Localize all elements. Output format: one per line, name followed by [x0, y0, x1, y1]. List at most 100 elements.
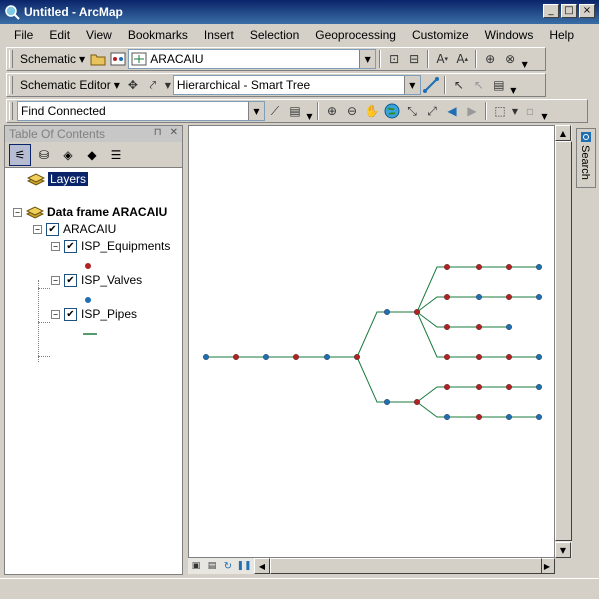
propagate-options-icon[interactable]: ⊗ [500, 49, 520, 69]
apply-layout-icon[interactable] [421, 75, 441, 95]
layout-algorithm-dropdown[interactable]: Hierarchical - Smart Tree ▼ [172, 75, 421, 95]
menu-windows[interactable]: Windows [477, 28, 542, 42]
valve-node[interactable] [536, 353, 543, 360]
vertical-scroll-thumb[interactable] [555, 141, 572, 541]
search-side-tab[interactable]: Search [576, 128, 596, 188]
options-icon[interactable]: ☰ [105, 144, 127, 166]
increase-font-icon[interactable]: A ▴ [452, 49, 472, 69]
equipment-node[interactable] [443, 323, 450, 330]
menu-view[interactable]: View [78, 28, 120, 42]
menu-bookmarks[interactable]: Bookmarks [120, 28, 196, 42]
fixed-zoom-in-icon[interactable]: ⤡ [402, 101, 422, 121]
schematic-editor-menu-button[interactable]: Schematic Editor ▼ [17, 75, 123, 95]
collapse-icon[interactable]: − [51, 241, 60, 251]
equipment-node[interactable] [443, 353, 450, 360]
clear-selection-icon[interactable]: ▫ [520, 101, 540, 121]
trace-task-dropdown[interactable]: Find Connected ▼ [17, 101, 265, 121]
scroll-down-icon[interactable]: ▼ [555, 542, 571, 558]
toolbar-grip[interactable] [9, 102, 13, 120]
scroll-up-icon[interactable]: ▲ [555, 125, 571, 141]
schematic-properties-icon[interactable] [108, 49, 128, 69]
valve-node[interactable] [202, 353, 209, 360]
valve-node[interactable] [443, 414, 450, 421]
equipment-node[interactable] [353, 353, 360, 360]
equipment-node[interactable] [292, 353, 299, 360]
toc-group-aracaiu[interactable]: − ✔ ARACAIU [33, 222, 116, 236]
menu-help[interactable]: Help [541, 28, 582, 42]
horizontal-scroll-thumb[interactable] [270, 558, 542, 574]
menu-selection[interactable]: Selection [242, 28, 307, 42]
zoom-out-icon[interactable]: ⊖ [342, 101, 362, 121]
valve-node[interactable] [536, 384, 543, 391]
pipe-link[interactable] [416, 386, 447, 403]
chevron-down-icon[interactable]: ▼ [248, 102, 264, 120]
list-by-drawing-order-icon[interactable]: ⚟ [9, 143, 31, 166]
collapse-icon[interactable]: − [51, 275, 60, 285]
valve-node[interactable] [536, 263, 543, 270]
select-end-icon[interactable]: ↖ [469, 75, 489, 95]
chevron-down-icon[interactable]: ▼ [403, 76, 420, 94]
decrease-font-icon[interactable]: A ▾ [432, 49, 452, 69]
equipment-node[interactable] [233, 353, 240, 360]
pin-icon[interactable]: ⊓ [154, 127, 162, 138]
equipment-node[interactable] [413, 399, 420, 406]
horizontal-scrollbar[interactable]: ▣ ▤ ↻ ❚❚ ◀ ▶ [188, 558, 555, 574]
chevron-down-icon[interactable]: ▼ [510, 101, 520, 121]
valve-node[interactable] [383, 308, 390, 315]
open-folder-icon[interactable] [88, 49, 108, 69]
data-view-icon[interactable]: ▣ [188, 558, 204, 574]
layer-visibility-checkbox[interactable]: ✔ [64, 273, 77, 287]
equipment-node[interactable] [476, 353, 483, 360]
menu-insert[interactable]: Insert [196, 28, 242, 42]
toolbar-overflow-icon[interactable]: ▼ [509, 75, 518, 95]
list-by-visibility-icon[interactable]: ◈ [57, 144, 79, 166]
trace-properties-icon[interactable]: ▤ [285, 101, 305, 121]
schematic-dataset-dropdown[interactable]: ARACAIU ▼ [128, 49, 377, 69]
valve-node[interactable] [536, 293, 543, 300]
layout-properties-icon[interactable]: ▤ [489, 75, 509, 95]
forward-arrow-icon[interactable]: ▶ [462, 101, 482, 121]
equipment-node[interactable] [476, 414, 483, 421]
close-button[interactable]: × [579, 4, 595, 18]
equipment-node[interactable] [413, 308, 420, 315]
fixed-zoom-out-icon[interactable]: ⤢ [422, 101, 442, 121]
refresh-icon[interactable]: ↻ [220, 558, 236, 574]
equipment-node[interactable] [443, 263, 450, 270]
chevron-down-icon[interactable]: ▼ [163, 75, 173, 95]
pipe-link[interactable] [416, 311, 447, 328]
valve-node[interactable] [506, 323, 513, 330]
group-visibility-checkbox[interactable]: ✔ [46, 222, 59, 236]
pipe-link[interactable] [416, 266, 447, 313]
propagate-icon[interactable]: ⊕ [480, 49, 500, 69]
schematic-diagram[interactable] [189, 126, 554, 557]
pipe-link[interactable] [356, 311, 387, 358]
list-by-selection-icon[interactable]: ◆ [81, 144, 103, 166]
pan-hand-icon[interactable]: ✋ [362, 101, 382, 121]
equipment-node[interactable] [506, 293, 513, 300]
equipment-node[interactable] [506, 353, 513, 360]
pause-drawing-icon[interactable]: ❚❚ [236, 558, 252, 574]
chevron-down-icon[interactable]: ▼ [359, 50, 376, 68]
toc-root-layers[interactable]: Layers [27, 172, 89, 186]
minimize-button[interactable]: _ [543, 4, 559, 18]
equipment-node[interactable] [443, 384, 450, 391]
collapse-icon[interactable]: − [51, 309, 60, 319]
valve-node[interactable] [323, 353, 330, 360]
pipe-link[interactable] [356, 356, 387, 403]
toolbar-grip[interactable] [9, 50, 13, 68]
list-by-source-icon[interactable]: ⛁ [33, 144, 55, 166]
equipment-node[interactable] [443, 293, 450, 300]
equipment-node[interactable] [506, 263, 513, 270]
trace-icon[interactable]: ⟋ [265, 101, 285, 121]
edit-tool-icon[interactable]: ⤤ [143, 75, 163, 95]
valve-node[interactable] [262, 353, 269, 360]
collapse-icon[interactable]: − [33, 224, 42, 234]
equipment-node[interactable] [476, 263, 483, 270]
toolbar-overflow-icon[interactable]: ▼ [540, 101, 549, 121]
pipe-link[interactable] [416, 311, 447, 358]
layer-visibility-checkbox[interactable]: ✔ [64, 239, 77, 253]
valve-node[interactable] [506, 414, 513, 421]
equipment-node[interactable] [506, 384, 513, 391]
toc-layer-valves[interactable]: − ✔ ISP_Valves [51, 273, 142, 287]
scroll-left-icon[interactable]: ◀ [254, 558, 270, 574]
